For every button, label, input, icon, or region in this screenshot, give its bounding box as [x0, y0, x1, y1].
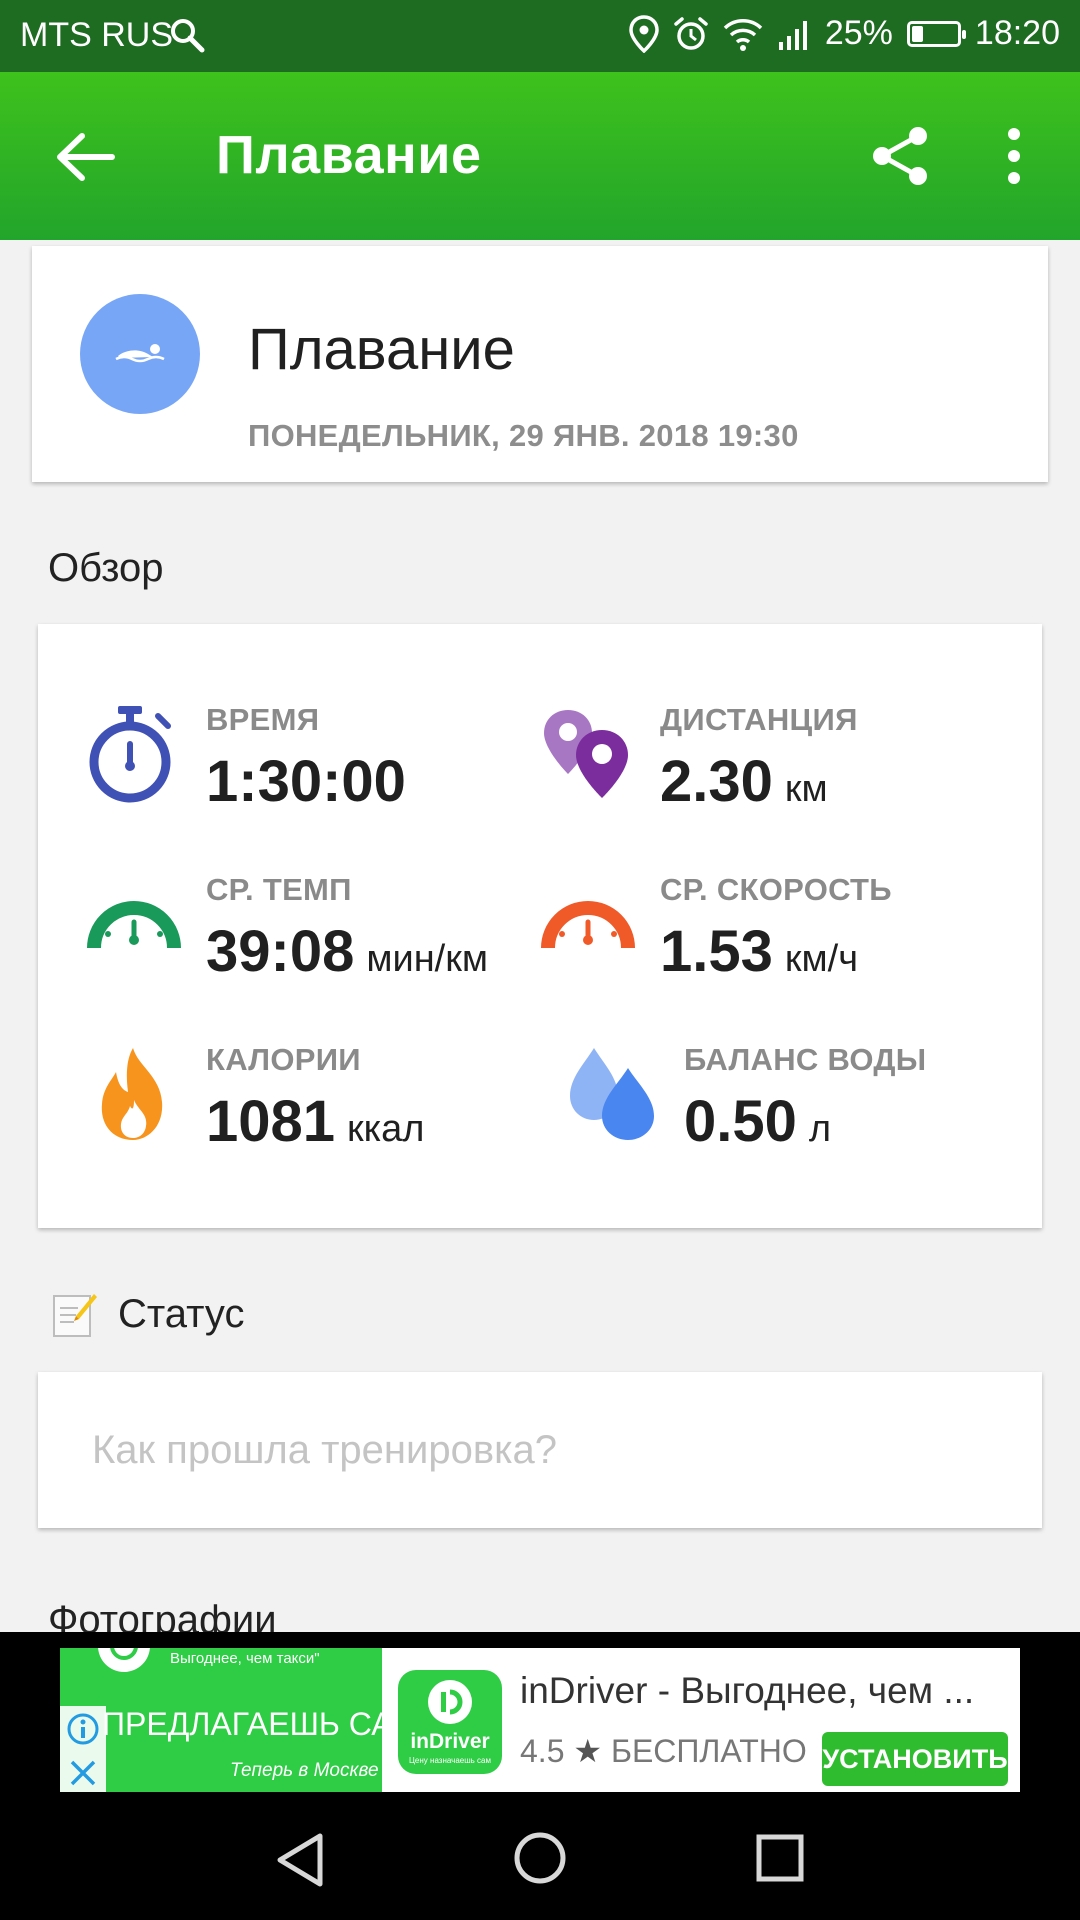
flame-icon: [101, 1048, 163, 1140]
nav-recents-icon[interactable]: [754, 1832, 806, 1884]
ad-close-icon[interactable]: [68, 1758, 98, 1788]
back-arrow-icon[interactable]: [56, 132, 116, 182]
ad-image-logo-icon: [98, 1648, 150, 1672]
ad-title[interactable]: inDriver - Выгоднее, чем ...: [520, 1670, 974, 1712]
location-icon: [629, 14, 659, 53]
activity-name: Плавание: [248, 317, 515, 382]
status-card: [38, 1372, 1042, 1528]
carrier-name: MTS RUS: [20, 16, 173, 54]
ad-image-sub-text: Теперь в Москве: [230, 1760, 379, 1781]
activity-datetime: ПОНЕДЕЛЬНИК, 29 ЯНВ. 2018 19:30: [248, 418, 799, 453]
distance-value: 2.30 км: [660, 749, 828, 814]
ad-info-icon[interactable]: [66, 1712, 100, 1746]
swimming-icon: [115, 344, 165, 363]
search-icon: [171, 19, 205, 53]
stopwatch-icon: [89, 706, 171, 803]
ad-install-button[interactable]: УСТАНОВИТЬ: [822, 1732, 1008, 1786]
navigation-bar: [0, 1792, 1080, 1920]
overview-card: ВРЕМЯ 1:30:00 ДИСТАНЦИЯ 2.30 км СР. ТЕМП …: [38, 624, 1042, 1228]
time-label: ВРЕМЯ: [206, 702, 320, 737]
activity-header-card: Плавание ПОНЕДЕЛЬНИК, 29 ЯНВ. 2018 19:30: [32, 246, 1048, 482]
ad-app-logo[interactable]: inDriver Цену назначаешь сам: [398, 1670, 502, 1774]
speed-value: 1.53 км/ч: [660, 919, 858, 984]
ad-price: БЕСПЛАТНО: [610, 1733, 807, 1769]
battery-icon: [906, 20, 966, 47]
note-edit-icon: [53, 1294, 97, 1337]
ad-rating-row: 4.5 ★ БЕСПЛАТНО: [520, 1732, 807, 1770]
nav-home-icon[interactable]: [512, 1830, 568, 1886]
distance-label: ДИСТАНЦИЯ: [660, 702, 858, 737]
pace-label: СР. ТЕМП: [206, 872, 352, 907]
ad-logo-tagline: Цену назначаешь сам: [409, 1756, 491, 1765]
water-label: БАЛАНС ВОДЫ: [684, 1042, 927, 1077]
ad-controls: [60, 1706, 106, 1798]
water-drops-icon: [570, 1048, 654, 1140]
ad-banner[interactable]: Выгоднее, чем такси" ПРЕДЛАГАЕШЬ СА Тепе…: [60, 1648, 1020, 1798]
ad-logo-text: inDriver: [410, 1730, 490, 1753]
clock: 18:20: [974, 14, 1060, 52]
app-bar-title: Плавание: [216, 125, 482, 185]
status-bar: MTS RUS 25% 18:20: [0, 0, 1080, 72]
ad-area: Выгоднее, чем такси" ПРЕДЛАГАЕШЬ СА Тепе…: [0, 1632, 1080, 1798]
share-icon[interactable]: [868, 124, 932, 188]
overview-title: Обзор: [48, 546, 164, 590]
status-input[interactable]: [62, 1394, 1018, 1506]
ad-rating: 4.5: [520, 1733, 565, 1769]
indriver-logo-icon: [428, 1680, 472, 1724]
app-bar: Плавание: [0, 72, 1080, 240]
ad-image-top-text: Выгоднее, чем такси": [170, 1650, 320, 1667]
pace-gauge-icon: [87, 901, 181, 949]
wifi-icon: [723, 18, 763, 51]
signal-icon: [778, 20, 807, 50]
speed-label: СР. СКОРОСТЬ: [660, 872, 892, 907]
ad-image-main-text: ПРЕДЛАГАЕШЬ СА: [102, 1706, 382, 1742]
nav-back-icon[interactable]: [274, 1832, 326, 1888]
status-title: Статус: [118, 1292, 245, 1336]
speed-gauge-icon: [541, 901, 635, 949]
more-menu-icon[interactable]: [992, 124, 1036, 188]
star-icon: ★: [573, 1733, 603, 1769]
activity-avatar: [80, 294, 200, 414]
time-value: 1:30:00: [206, 749, 406, 814]
water-value: 0.50 л: [684, 1089, 832, 1154]
status-icons: 25% 18:20: [629, 14, 1060, 53]
pace-value: 39:08 мин/км: [206, 919, 488, 984]
battery-percent: 25%: [824, 14, 893, 52]
map-pin-icon: [544, 710, 628, 798]
ad-image[interactable]: Выгоднее, чем такси" ПРЕДЛАГАЕШЬ СА Тепе…: [60, 1648, 382, 1798]
calories-value: 1081 ккал: [206, 1089, 425, 1154]
alarm-icon: [674, 16, 708, 50]
calories-label: КАЛОРИИ: [206, 1042, 361, 1077]
